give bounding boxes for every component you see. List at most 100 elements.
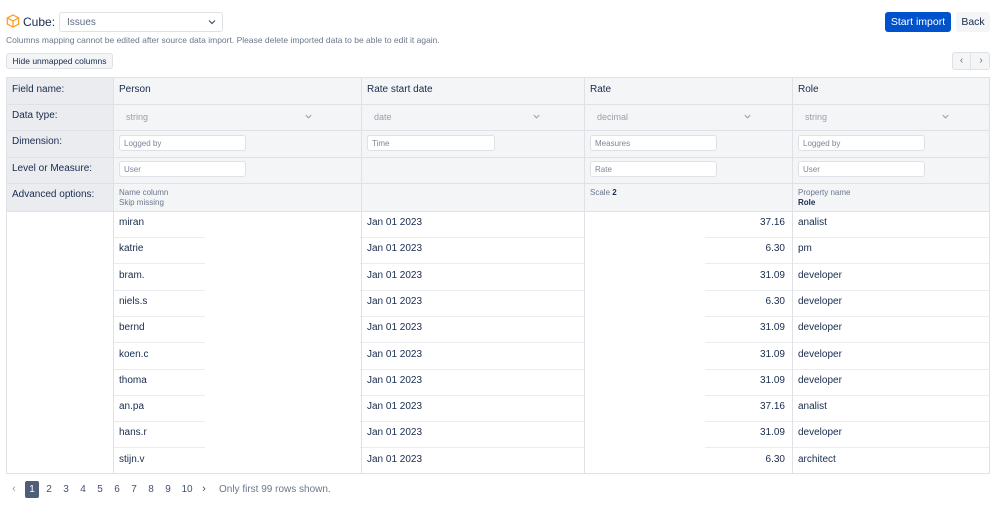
page-10-button[interactable]: 10 bbox=[179, 481, 195, 498]
column-name-role: Role bbox=[798, 84, 819, 95]
chevron-left-icon: ‹ bbox=[959, 55, 964, 66]
cell-person: an.pa bbox=[119, 401, 145, 412]
cell-person: koen.c bbox=[119, 349, 149, 360]
chevron-down-icon bbox=[305, 114, 312, 119]
advanced-options-rate: Scale 2 bbox=[590, 188, 617, 198]
field-name-label: Field name: bbox=[12, 84, 65, 95]
dimension-input-rate-start-date[interactable] bbox=[367, 135, 495, 151]
scale-value: 2 bbox=[612, 188, 617, 197]
column-scroll-arrows: ‹ › bbox=[952, 52, 990, 70]
cell-rate: 6.30 bbox=[765, 296, 785, 307]
cell-rate-start-date: Jan 01 2023 bbox=[367, 243, 423, 254]
cell-role: developer bbox=[798, 375, 842, 386]
next-page-button[interactable]: › bbox=[197, 481, 211, 498]
page-2-button[interactable]: 2 bbox=[42, 481, 56, 498]
advanced-options-person: Name column Skip missing bbox=[119, 188, 168, 208]
scale-option[interactable]: Scale bbox=[590, 188, 610, 197]
level-input-role[interactable] bbox=[798, 161, 925, 177]
cell-rate: 6.30 bbox=[765, 454, 785, 465]
cell-person: stijn.v bbox=[119, 454, 145, 465]
level-measure-label: Level or Measure: bbox=[12, 163, 93, 174]
cell-rate: 31.09 bbox=[759, 270, 785, 281]
page-5-button[interactable]: 5 bbox=[93, 481, 107, 498]
cube-icon bbox=[6, 14, 20, 28]
back-button[interactable]: Back bbox=[956, 12, 990, 32]
cell-rate-start-date: Jan 01 2023 bbox=[367, 454, 423, 465]
dimension-input-role[interactable] bbox=[798, 135, 925, 151]
chevron-right-icon: › bbox=[979, 55, 983, 66]
cell-person: hans.r bbox=[119, 427, 147, 438]
chevron-down-icon bbox=[208, 20, 216, 25]
page-1-button[interactable]: 1 bbox=[25, 481, 39, 498]
dimension-input-rate[interactable] bbox=[590, 135, 717, 151]
cell-rate-start-date: Jan 01 2023 bbox=[367, 349, 423, 360]
pagination: ‹ 1 2 3 4 5 6 7 8 9 10 › Only first 99 rows shown… bbox=[7, 481, 407, 499]
cell-rate: 31.09 bbox=[759, 427, 785, 438]
data-type-label: Data type: bbox=[12, 110, 58, 121]
data-type-select-role[interactable]: string bbox=[798, 109, 954, 125]
cube-label: Cube: bbox=[23, 15, 56, 29]
column-name-rate: Rate bbox=[590, 84, 612, 95]
scroll-left-button[interactable]: ‹ bbox=[953, 53, 971, 69]
chevron-down-icon bbox=[942, 114, 949, 119]
data-type-select-rate[interactable]: decimal bbox=[590, 109, 756, 125]
page-9-button[interactable]: 9 bbox=[161, 481, 175, 498]
page-6-button[interactable]: 6 bbox=[110, 481, 124, 498]
cell-rate-start-date: Jan 01 2023 bbox=[367, 322, 423, 333]
cell-rate-start-date: Jan 01 2023 bbox=[367, 217, 423, 228]
scroll-right-button[interactable]: › bbox=[972, 53, 990, 69]
cell-role: developer bbox=[798, 270, 842, 281]
page-3-button[interactable]: 3 bbox=[59, 481, 73, 498]
cell-person: bram. bbox=[119, 270, 145, 281]
dimension-label: Dimension: bbox=[12, 136, 63, 147]
mapping-grid: Field name: Data type: Dimension: Level … bbox=[6, 77, 990, 474]
top-bar: Cube: Issues Start import Back bbox=[6, 11, 993, 33]
cell-rate-start-date: Jan 01 2023 bbox=[367, 401, 423, 412]
cell-role: pm bbox=[798, 243, 812, 254]
chevron-down-icon bbox=[744, 114, 751, 119]
cell-role: developer bbox=[798, 322, 842, 333]
page-4-button[interactable]: 4 bbox=[76, 481, 90, 498]
cell-role: developer bbox=[798, 296, 842, 307]
cell-rate: 31.09 bbox=[759, 349, 785, 360]
cell-rate-start-date: Jan 01 2023 bbox=[367, 296, 423, 307]
level-input-rate[interactable] bbox=[590, 161, 717, 177]
cube-select-value: Issues bbox=[67, 17, 96, 28]
cell-rate: 37.16 bbox=[759, 401, 785, 412]
cell-rate-start-date: Jan 01 2023 bbox=[367, 270, 423, 281]
data-type-select-person[interactable]: string bbox=[119, 109, 317, 125]
property-name-option[interactable]: Property name bbox=[798, 188, 850, 198]
cube-select[interactable]: Issues bbox=[59, 12, 223, 32]
skip-missing-option[interactable]: Skip missing bbox=[119, 198, 168, 208]
advanced-options-label: Advanced options: bbox=[12, 189, 95, 200]
cell-rate-start-date: Jan 01 2023 bbox=[367, 427, 423, 438]
cell-role: developer bbox=[798, 427, 842, 438]
cell-person: bernd bbox=[119, 322, 145, 333]
cell-rate: 6.30 bbox=[765, 243, 785, 254]
hide-unmapped-columns-button[interactable]: Hide unmapped columns bbox=[6, 53, 113, 69]
level-input-person[interactable] bbox=[119, 161, 246, 177]
name-column-option[interactable]: Name column bbox=[119, 188, 168, 198]
page-8-button[interactable]: 8 bbox=[144, 481, 158, 498]
chevron-down-icon bbox=[533, 114, 540, 119]
prev-page-button[interactable]: ‹ bbox=[7, 481, 21, 498]
cell-rate-start-date: Jan 01 2023 bbox=[367, 375, 423, 386]
cell-rate: 31.09 bbox=[759, 375, 785, 386]
cell-role: architect bbox=[798, 454, 836, 465]
column-name-person: Person bbox=[119, 84, 151, 95]
property-name-value: Role bbox=[798, 198, 816, 207]
cell-role: developer bbox=[798, 349, 842, 360]
cell-person: niels.s bbox=[119, 296, 148, 307]
cell-rate: 37.16 bbox=[759, 217, 785, 228]
rows-shown-info: Only first 99 rows shown. bbox=[219, 484, 331, 495]
page-7-button[interactable]: 7 bbox=[127, 481, 141, 498]
column-name-rate-start-date: Rate start date bbox=[367, 84, 433, 95]
mapping-note: Columns mapping cannot be edited after s… bbox=[6, 35, 440, 45]
cell-person: miran bbox=[119, 217, 145, 228]
cell-person: katrie bbox=[119, 243, 144, 254]
data-type-select-rate-start-date[interactable]: date bbox=[367, 109, 545, 125]
dimension-input-person[interactable] bbox=[119, 135, 246, 151]
cell-person: thoma bbox=[119, 375, 147, 386]
cell-rate: 31.09 bbox=[759, 322, 785, 333]
start-import-button[interactable]: Start import bbox=[885, 12, 951, 32]
